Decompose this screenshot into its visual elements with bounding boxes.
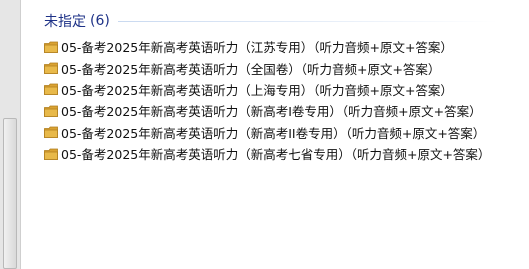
folder-name: 05-备考2025年新高考英语听力（新高考II卷专用）（听力音频+原文+答案）: [61, 125, 486, 141]
list-item[interactable]: 05-备考2025年新高考英语听力（新高考II卷专用）（听力音频+原文+答案）: [44, 122, 524, 143]
group-header[interactable]: 未指定 (6): [44, 12, 498, 30]
folder-icon: [44, 84, 58, 96]
group-count: (6): [90, 13, 110, 29]
list-item[interactable]: 05-备考2025年新高考英语听力（全国卷）（听力音频+原文+答案）: [44, 57, 524, 78]
list-item[interactable]: 05-备考2025年新高考英语听力（江苏专用）（听力音频+原文+答案）: [44, 36, 524, 57]
folder-icon: [44, 62, 58, 74]
list-item[interactable]: 05-备考2025年新高考英语听力（新高考Ⅰ卷专用）（听力音频+原文+答案）: [44, 100, 524, 121]
folder-icon: [44, 126, 58, 139]
folder-icon: [44, 105, 58, 117]
folder-icon: [44, 41, 58, 53]
folder-name: 05-备考2025年新高考英语听力（新高考Ⅰ卷专用）（听力音频+原文+答案）: [61, 104, 482, 120]
group-title: 未指定: [44, 14, 86, 30]
folder-list: 05-备考2025年新高考英语听力（江苏专用）（听力音频+原文+答案） 05-备…: [44, 36, 524, 164]
list-item[interactable]: 05-备考2025年新高考英语听力（上海专用）（听力音频+原文+答案）: [44, 79, 524, 100]
list-item[interactable]: 05-备考2025年新高考英语听力（新高考七省专用）（听力音频+原文+答案）: [44, 143, 524, 164]
scrollbar-thumb[interactable]: [3, 118, 17, 269]
folder-name: 05-备考2025年新高考英语听力（上海专用）（听力音频+原文+答案）: [61, 82, 453, 98]
group-divider: [117, 20, 498, 22]
folder-icon: [44, 148, 58, 160]
folder-name: 05-备考2025年新高考英语听力（全国卷）（听力音频+原文+答案）: [61, 61, 441, 77]
vertical-scrollbar[interactable]: [0, 0, 21, 269]
folder-name: 05-备考2025年新高考英语听力（江苏专用）（听力音频+原文+答案）: [61, 40, 453, 56]
folder-name: 05-备考2025年新高考英语听力（新高考七省专用）（听力音频+原文+答案）: [61, 147, 491, 163]
